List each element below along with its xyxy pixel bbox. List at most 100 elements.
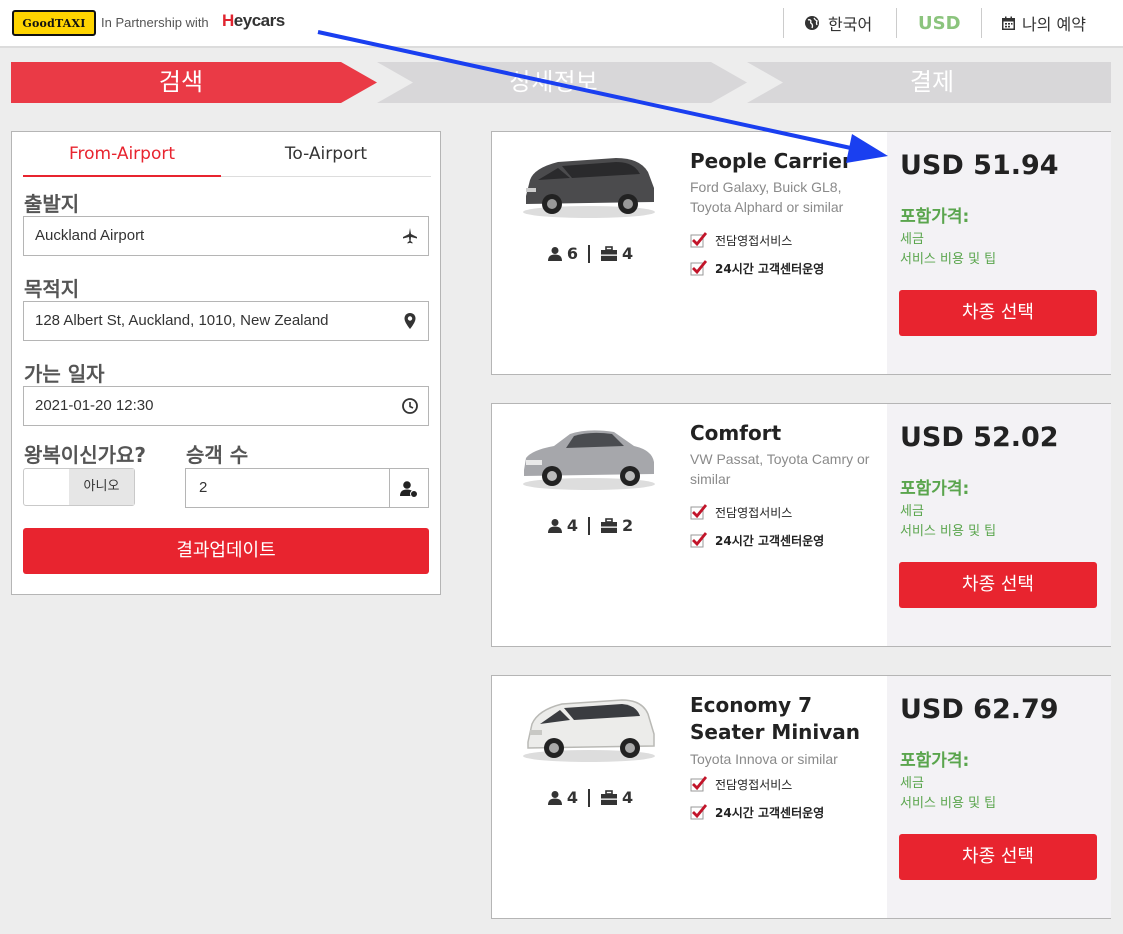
- tab-to-airport[interactable]: To-Airport: [221, 142, 431, 177]
- vehicle-card: 4 2 Comfort VW Passat, Toyota Camry or simi…: [491, 403, 1111, 647]
- airplane-icon: [403, 228, 417, 244]
- roundtrip-toggle-value: 아니오: [69, 469, 134, 505]
- my-booking-link[interactable]: 나의 예약: [1001, 8, 1086, 38]
- checkbox-checked-icon: [690, 776, 707, 792]
- checkbox-checked-icon: [690, 804, 707, 820]
- feature-item: 24시간 고객센터운영: [690, 532, 824, 549]
- capacity-info: 44: [492, 788, 688, 807]
- price-panel: USD 62.79 포함가격: 세금서비스 비용 및 팁차종 선택: [887, 676, 1111, 918]
- included-item: 서비스 비용 및 팁: [900, 524, 997, 539]
- passengers-value: 2: [199, 479, 208, 496]
- header-divider: [783, 8, 784, 38]
- date-value: 2021-01-20 12:30: [35, 397, 154, 414]
- divider: [588, 516, 590, 535]
- heycars-logo: Heycars: [222, 11, 285, 30]
- divider: [588, 788, 590, 807]
- destination-value: 128 Albert St, Auckland, 1010, New Zeala…: [35, 312, 329, 329]
- passenger-picker-button[interactable]: [389, 469, 428, 507]
- passenger-icon: [547, 246, 562, 261]
- vehicle-models: Ford Galaxy, Buick GL8, Toyota Alphard o…: [690, 179, 844, 215]
- price-panel: USD 51.94 포함가격: 세금서비스 비용 및 팁차종 선택: [887, 132, 1111, 374]
- price: USD 62.79: [900, 694, 1059, 725]
- roundtrip-toggle[interactable]: 아니오: [23, 468, 135, 506]
- passenger-count: 6: [566, 244, 578, 263]
- checkbox-checked-icon: [690, 260, 707, 276]
- vehicle-image: [518, 690, 660, 766]
- goodtaxi-logo[interactable]: GoodTAXI: [12, 10, 96, 36]
- passenger-count: 4: [566, 516, 578, 535]
- calendar-icon: [1002, 16, 1015, 30]
- select-vehicle-button[interactable]: 차종 선택: [899, 562, 1097, 608]
- header-divider: [981, 8, 982, 38]
- search-form: From-Airport To-Airport 출발지 Auckland Air…: [11, 131, 441, 595]
- price: USD 52.02: [900, 422, 1059, 453]
- luggage-icon: [601, 789, 617, 805]
- roundtrip-label: 왕복이신가요?: [24, 443, 147, 467]
- luggage-count: 2: [622, 516, 634, 535]
- passenger-icon: [547, 518, 562, 533]
- included-title: 포함가격:: [900, 479, 970, 499]
- vehicle-image: [518, 146, 660, 222]
- language-selector[interactable]: 한국어: [804, 8, 872, 38]
- luggage-icon: [601, 517, 617, 533]
- map-pin-icon: [404, 313, 416, 329]
- date-label: 가는 일자: [24, 362, 105, 386]
- user-icon: [400, 481, 418, 498]
- departure-label: 출발지: [24, 192, 80, 216]
- vehicle-card: 4 4 Economy 7 Seater Minivan Toyota Innova …: [491, 675, 1111, 919]
- tab-from-airport[interactable]: From-Airport: [23, 142, 221, 177]
- my-booking-label: 나의 예약: [1022, 15, 1086, 34]
- destination-label: 목적지: [24, 277, 80, 301]
- vehicle-models: VW Passat, Toyota Camry or similar: [690, 451, 870, 487]
- included-item: 서비스 비용 및 팁: [900, 796, 997, 811]
- luggage-count: 4: [622, 788, 634, 807]
- included-item: 세금: [900, 232, 924, 247]
- passengers-label: 승객 수: [186, 443, 249, 467]
- date-field[interactable]: 2021-01-20 12:30: [23, 386, 429, 426]
- feature-item: 전담영접서비스: [690, 504, 792, 521]
- passengers-field[interactable]: 2: [185, 468, 429, 508]
- included-title: 포함가격:: [900, 207, 970, 227]
- divider: [588, 244, 590, 263]
- update-results-button[interactable]: 결과업데이트: [23, 528, 429, 574]
- feature-item: 24시간 고객센터운영: [690, 804, 824, 821]
- vehicle-image: [518, 418, 660, 494]
- globe-icon: [805, 16, 819, 30]
- logo-text: GoodTAXI: [22, 16, 86, 30]
- passenger-icon: [547, 790, 562, 805]
- step-payment: 결제: [909, 68, 955, 96]
- capacity-info: 64: [492, 244, 688, 263]
- capacity-info: 42: [492, 516, 688, 535]
- price: USD 51.94: [900, 150, 1059, 181]
- checkbox-checked-icon: [690, 504, 707, 520]
- destination-field[interactable]: 128 Albert St, Auckland, 1010, New Zeala…: [23, 301, 429, 341]
- vehicle-card: 6 4 People Carrier Ford Galaxy, Buick GL8, …: [491, 131, 1111, 375]
- select-vehicle-button[interactable]: 차종 선택: [899, 290, 1097, 336]
- departure-value: Auckland Airport: [35, 227, 145, 244]
- vehicle-name: Economy 7 Seater Minivan: [690, 693, 861, 744]
- top-header: GoodTAXI In Partnership with Heycars 한국어…: [0, 0, 1123, 48]
- included-item: 서비스 비용 및 팁: [900, 252, 997, 267]
- step-details: 상세정보: [509, 68, 598, 96]
- feature-item: 전담영접서비스: [690, 232, 792, 249]
- feature-item: 24시간 고객센터운영: [690, 260, 824, 277]
- luggage-icon: [601, 245, 617, 261]
- step-search: 검색: [158, 68, 204, 96]
- partner-text: In Partnership with: [101, 15, 209, 30]
- progress-steps: 검색 상세정보 결제: [11, 62, 1111, 103]
- clock-icon: [402, 398, 418, 414]
- included-item: 세금: [900, 504, 924, 519]
- select-vehicle-button[interactable]: 차종 선택: [899, 834, 1097, 880]
- feature-item: 전담영접서비스: [690, 776, 792, 793]
- price-panel: USD 52.02 포함가격: 세금서비스 비용 및 팁차종 선택: [887, 404, 1111, 646]
- included-title: 포함가격:: [900, 751, 970, 771]
- checkbox-checked-icon: [690, 532, 707, 548]
- header-divider: [896, 8, 897, 38]
- vehicle-name: People Carrier: [690, 149, 852, 173]
- language-label: 한국어: [828, 15, 873, 34]
- vehicle-models: Toyota Innova or similar: [690, 751, 838, 767]
- vehicle-name: Comfort: [690, 421, 782, 445]
- currency-selector[interactable]: USD: [918, 8, 961, 38]
- departure-field[interactable]: Auckland Airport: [23, 216, 429, 256]
- included-item: 세금: [900, 776, 924, 791]
